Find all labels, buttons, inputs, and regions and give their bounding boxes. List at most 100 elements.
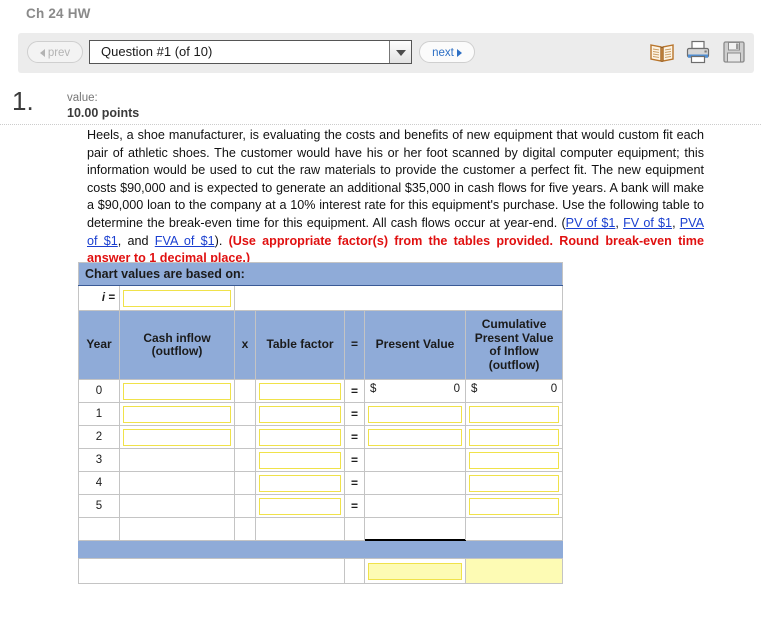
table-factor-cell-3: [256, 449, 345, 472]
table-factor-input-0[interactable]: [259, 383, 341, 400]
cum-amount-0: 0: [551, 383, 557, 395]
question-body-text-end: ).: [215, 234, 229, 248]
total-cumulative-cell: [466, 518, 563, 541]
times-cell-3: [235, 449, 256, 472]
equals-cell-5: =: [345, 495, 365, 518]
link-fva-of-1[interactable]: FVA of $1: [155, 234, 215, 248]
cash-inflow-input-2[interactable]: [123, 429, 231, 446]
chevron-right-icon: [457, 49, 462, 57]
interest-rate-cell: [120, 286, 235, 311]
table-row: 2 =: [79, 426, 563, 449]
cash-inflow-cell-3: [120, 449, 235, 472]
nav-icon-group: [648, 38, 748, 66]
cash-inflow-input-1[interactable]: [123, 406, 231, 423]
blue-band-cell: [79, 541, 563, 559]
question-text: Heels, a shoe manufacturer, is evaluatin…: [87, 127, 704, 268]
question-select-label: Question #1 (of 10): [101, 44, 212, 59]
next-button-label: next: [432, 47, 454, 59]
present-value-input-1[interactable]: [368, 406, 462, 423]
dropdown-arrow-button[interactable]: [389, 41, 411, 63]
cash-inflow-cell-5: [120, 495, 235, 518]
cash-inflow-cell-1: [120, 403, 235, 426]
table-blue-band-row: [79, 541, 563, 559]
question-body-text: Heels, a shoe manufacturer, is evaluatin…: [87, 128, 704, 230]
table-factor-cell-1: [256, 403, 345, 426]
link-fv-of-1[interactable]: FV of $1: [623, 216, 672, 230]
table-factor-cell-0: [256, 380, 345, 403]
present-value-cell-1: [365, 403, 466, 426]
row-year-1: 1: [79, 403, 120, 426]
points-value: 10.00 points: [67, 106, 139, 120]
question-number: 1.: [12, 86, 34, 117]
cumulative-cell-2: [466, 426, 563, 449]
answer-cumulative-cell: [466, 559, 563, 584]
chart-values-title: Chart values are based on:: [79, 263, 563, 286]
cumulative-input-3[interactable]: [469, 452, 559, 469]
equals-cell-4: =: [345, 472, 365, 495]
separator: [0, 124, 761, 125]
cumulative-input-2[interactable]: [469, 429, 559, 446]
cumulative-cell-4: [466, 472, 563, 495]
equals-cell-0: =: [345, 380, 365, 403]
answer-label-cell: [79, 559, 345, 584]
table-factor-input-5[interactable]: [259, 498, 341, 515]
table-row: 3 =: [79, 449, 563, 472]
table-factor-input-4[interactable]: [259, 475, 341, 492]
interest-rate-input[interactable]: [123, 290, 231, 307]
pv-amount-0: 0: [454, 383, 460, 395]
present-value-cell-3: [365, 449, 466, 472]
break-even-time-input[interactable]: [368, 563, 462, 580]
table-factor-input-3[interactable]: [259, 452, 341, 469]
row-year-2: 2: [79, 426, 120, 449]
answer-input-cell: [365, 559, 466, 584]
cash-inflow-cell-4: [120, 472, 235, 495]
chevron-left-icon: [40, 49, 45, 57]
question-select-dropdown[interactable]: Question #1 (of 10): [89, 40, 412, 64]
table-factor-cell-2: [256, 426, 345, 449]
break-even-answer-row: [79, 559, 563, 584]
equals-cell-1: =: [345, 403, 365, 426]
save-icon[interactable]: [720, 38, 748, 66]
row-year-3: 3: [79, 449, 120, 472]
present-value-input-2[interactable]: [368, 429, 462, 446]
cumulative-cell-1: [466, 403, 563, 426]
cumulative-cell-0: $ 0: [466, 380, 563, 403]
cumulative-input-1[interactable]: [469, 406, 559, 423]
table-header-row: Year Cash inflow (outflow) x Table facto…: [79, 311, 563, 380]
link-separator-3: , and: [118, 234, 155, 248]
table-row: 5 =: [79, 495, 563, 518]
cash-inflow-input-0[interactable]: [123, 383, 231, 400]
link-pv-of-1[interactable]: PV of $1: [566, 216, 616, 230]
ebook-icon[interactable]: [648, 38, 676, 66]
table-row: 1 =: [79, 403, 563, 426]
table-factor-cell-5: [256, 495, 345, 518]
table-factor-input-1[interactable]: [259, 406, 341, 423]
total-year-cell: [79, 518, 120, 541]
page-title: Ch 24 HW: [26, 6, 91, 21]
cumulative-input-5[interactable]: [469, 498, 559, 515]
times-cell-0: [235, 380, 256, 403]
table-factor-input-2[interactable]: [259, 429, 341, 446]
present-value-cell-2: [365, 426, 466, 449]
interest-rate-row: i =: [79, 286, 563, 311]
times-cell-4: [235, 472, 256, 495]
cum-currency-symbol-0: $: [471, 383, 477, 395]
header-equals: =: [345, 311, 365, 380]
cash-inflow-cell-0: [120, 380, 235, 403]
present-value-cell-4: [365, 472, 466, 495]
total-cash-inflow-cell: [120, 518, 235, 541]
present-value-cell-5: [365, 495, 466, 518]
link-separator-1: ,: [615, 216, 623, 230]
prev-question-button[interactable]: prev: [27, 41, 83, 63]
header-times: x: [235, 311, 256, 380]
times-cell-1: [235, 403, 256, 426]
link-separator-2: ,: [672, 216, 680, 230]
prev-button-label: prev: [48, 47, 70, 59]
next-question-button[interactable]: next: [419, 41, 475, 63]
cumulative-input-4[interactable]: [469, 475, 559, 492]
header-present-value: Present Value: [365, 311, 466, 380]
cumulative-cell-3: [466, 449, 563, 472]
break-even-chart-table: Chart values are based on: i = Year Cash…: [78, 262, 563, 584]
row-year-4: 4: [79, 472, 120, 495]
print-icon[interactable]: [684, 38, 712, 66]
